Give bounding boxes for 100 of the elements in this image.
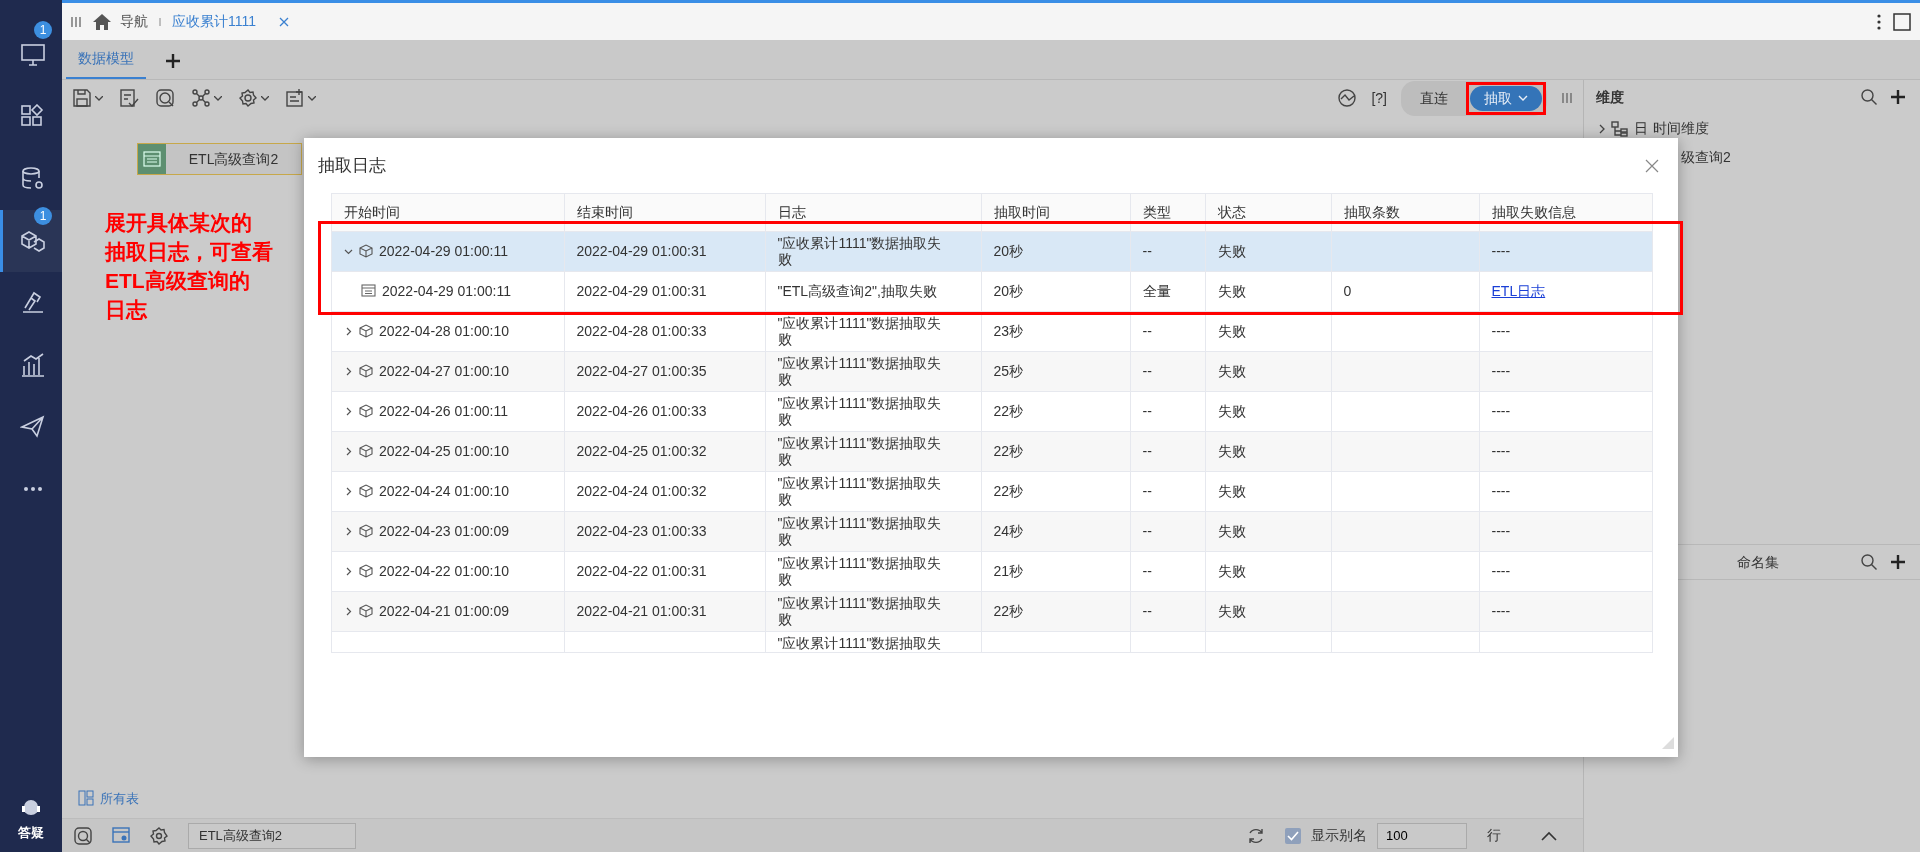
table-cell: 22秒 xyxy=(993,603,1024,619)
checklist-button[interactable] xyxy=(119,88,139,108)
rows-input[interactable]: 100 xyxy=(1377,822,1467,849)
column-header[interactable]: 结束时间 xyxy=(564,194,765,231)
column-header[interactable]: 开始时间 xyxy=(332,194,564,231)
chevron-right-icon[interactable] xyxy=(344,606,353,616)
table-cell: ---- xyxy=(1491,323,1511,339)
chevron-right-icon[interactable] xyxy=(344,566,353,576)
table-cell: 2022-04-23 01:00:09 xyxy=(379,523,509,539)
table-cell: 失败 xyxy=(1217,243,1246,259)
mode-option[interactable]: 直连 xyxy=(1406,85,1462,111)
table-cell: 22秒 xyxy=(993,403,1024,419)
chevron-right-icon[interactable] xyxy=(344,326,353,336)
trend-icon[interactable] xyxy=(1337,88,1358,108)
alias-checkbox[interactable] xyxy=(1285,827,1301,844)
column-header[interactable]: 抽取失败信息 xyxy=(1479,194,1652,231)
table-node[interactable]: ETL高级查询2 xyxy=(137,143,302,175)
table-cell: 2022-04-27 01:00:35 xyxy=(576,363,707,379)
data-sheet-button[interactable] xyxy=(285,88,316,108)
chevron-right-icon[interactable] xyxy=(344,446,353,456)
table-cell-text: "应收累计1111"数据抽取失败 xyxy=(777,395,943,427)
window-settings-icon[interactable] xyxy=(112,826,130,845)
name-field[interactable]: ETL高级查询2 xyxy=(188,822,356,849)
help-label[interactable]: 答疑 xyxy=(18,822,44,842)
table-cell-text: "应收累计1111"数据抽取失败 xyxy=(777,315,943,347)
refresh-icon[interactable] xyxy=(1247,826,1265,845)
table-cell: -- xyxy=(1142,603,1152,619)
column-header[interactable]: 抽取条数 xyxy=(1331,194,1479,231)
notification-badge: 1 xyxy=(34,21,52,39)
node-label: ETL高级查询2 xyxy=(187,149,280,169)
table-cell: -- xyxy=(1142,563,1152,579)
table-cell: 全量 xyxy=(1142,283,1171,299)
chevron-right-icon[interactable] xyxy=(344,406,353,416)
gear-icon xyxy=(238,88,258,108)
table-cell: ---- xyxy=(1491,443,1511,459)
cube-icon xyxy=(358,443,374,459)
add-icon[interactable] xyxy=(1890,554,1906,570)
collapse-icon[interactable] xyxy=(1541,830,1557,841)
caret-icon xyxy=(95,95,103,101)
table-cell: 2022-04-29 01:00:31 xyxy=(576,283,707,299)
add-icon[interactable] xyxy=(164,52,182,70)
chevron-right-icon[interactable] xyxy=(344,526,353,536)
table-cell: 22秒 xyxy=(993,443,1024,459)
grip-icon xyxy=(1561,92,1573,104)
mode-toggle[interactable]: 直连 抽取 xyxy=(1401,80,1547,116)
annotation-text: 展开具体某次的 抽取日志，可查看 ETL高级查询的 日志 xyxy=(105,210,273,323)
tab[interactable]: 应收累计1111 xyxy=(172,11,257,32)
preview-button[interactable] xyxy=(155,88,175,108)
tree-item[interactable]: 日 时间维度 xyxy=(1598,118,1920,139)
table-cell: 2022-04-29 01:00:11 xyxy=(382,283,511,299)
resize-grip-icon[interactable] xyxy=(1662,737,1674,750)
table-cell: -- xyxy=(1142,403,1152,419)
gear-icon[interactable] xyxy=(150,826,168,845)
table-cell: ---- xyxy=(1491,363,1511,379)
chevron-right-icon[interactable] xyxy=(344,366,353,376)
table-cell: 2022-04-25 01:00:32 xyxy=(576,443,707,459)
panel-title: 维度 xyxy=(1596,87,1624,107)
table-cell: ---- xyxy=(1491,483,1511,499)
network-button[interactable] xyxy=(191,88,222,108)
table-cell: 失败 xyxy=(1217,603,1246,619)
table-cell: 20秒 xyxy=(993,243,1024,259)
add-icon[interactable] xyxy=(1890,89,1906,105)
maximize-icon[interactable] xyxy=(1892,11,1912,32)
search-icon[interactable] xyxy=(1860,88,1878,106)
table-cell: 21秒 xyxy=(993,563,1024,579)
table-cell: 2022-04-24 01:00:10 xyxy=(379,483,509,499)
mode-option[interactable]: 抽取 xyxy=(1470,85,1542,111)
table-cell: 2022-04-25 01:00:10 xyxy=(379,443,509,459)
close-icon[interactable] xyxy=(1644,157,1660,174)
table-cell: 0 xyxy=(1343,283,1352,299)
table-cell: -- xyxy=(1142,443,1152,459)
help-button[interactable]: [?] xyxy=(1371,87,1387,109)
column-header[interactable]: 抽取时间 xyxy=(981,194,1130,231)
preview-icon[interactable] xyxy=(74,826,92,845)
cube-icon xyxy=(358,403,374,419)
table-cell: 失败 xyxy=(1217,283,1246,299)
notification-badge: 1 xyxy=(34,207,52,225)
caret-icon xyxy=(261,95,269,101)
tab[interactable]: 导航 xyxy=(92,11,148,32)
column-header[interactable]: 日志 xyxy=(765,194,981,231)
table-cell-text: "应收累计1111"数据抽取失败 xyxy=(777,475,943,507)
table-cell: 失败 xyxy=(1217,483,1246,499)
tree-label: 级查询2 xyxy=(1681,148,1731,167)
panel-tab[interactable]: 命名集 xyxy=(1737,551,1779,573)
table-cell: 25秒 xyxy=(993,363,1024,379)
table-cell: -- xyxy=(1142,363,1152,379)
save-button[interactable] xyxy=(72,88,103,108)
table-cell-text: "应收累计1111"数据抽取失败 xyxy=(777,555,943,587)
etl-log-link[interactable]: ETL日志 xyxy=(1491,283,1546,299)
tree-label: 时间维度 xyxy=(1653,119,1709,138)
table-cell: 2022-04-29 01:00:31 xyxy=(576,243,707,259)
gear-button[interactable] xyxy=(238,88,269,108)
table-cell: 2022-04-26 01:00:33 xyxy=(576,403,707,419)
chevron-right-icon[interactable] xyxy=(344,486,353,496)
cube-icon xyxy=(358,563,374,579)
column-header[interactable]: 状态 xyxy=(1205,194,1331,231)
caret-icon xyxy=(1518,95,1528,101)
column-header[interactable]: 类型 xyxy=(1130,194,1205,231)
table-cell: -- xyxy=(1142,523,1152,539)
search-icon[interactable] xyxy=(1860,553,1878,571)
